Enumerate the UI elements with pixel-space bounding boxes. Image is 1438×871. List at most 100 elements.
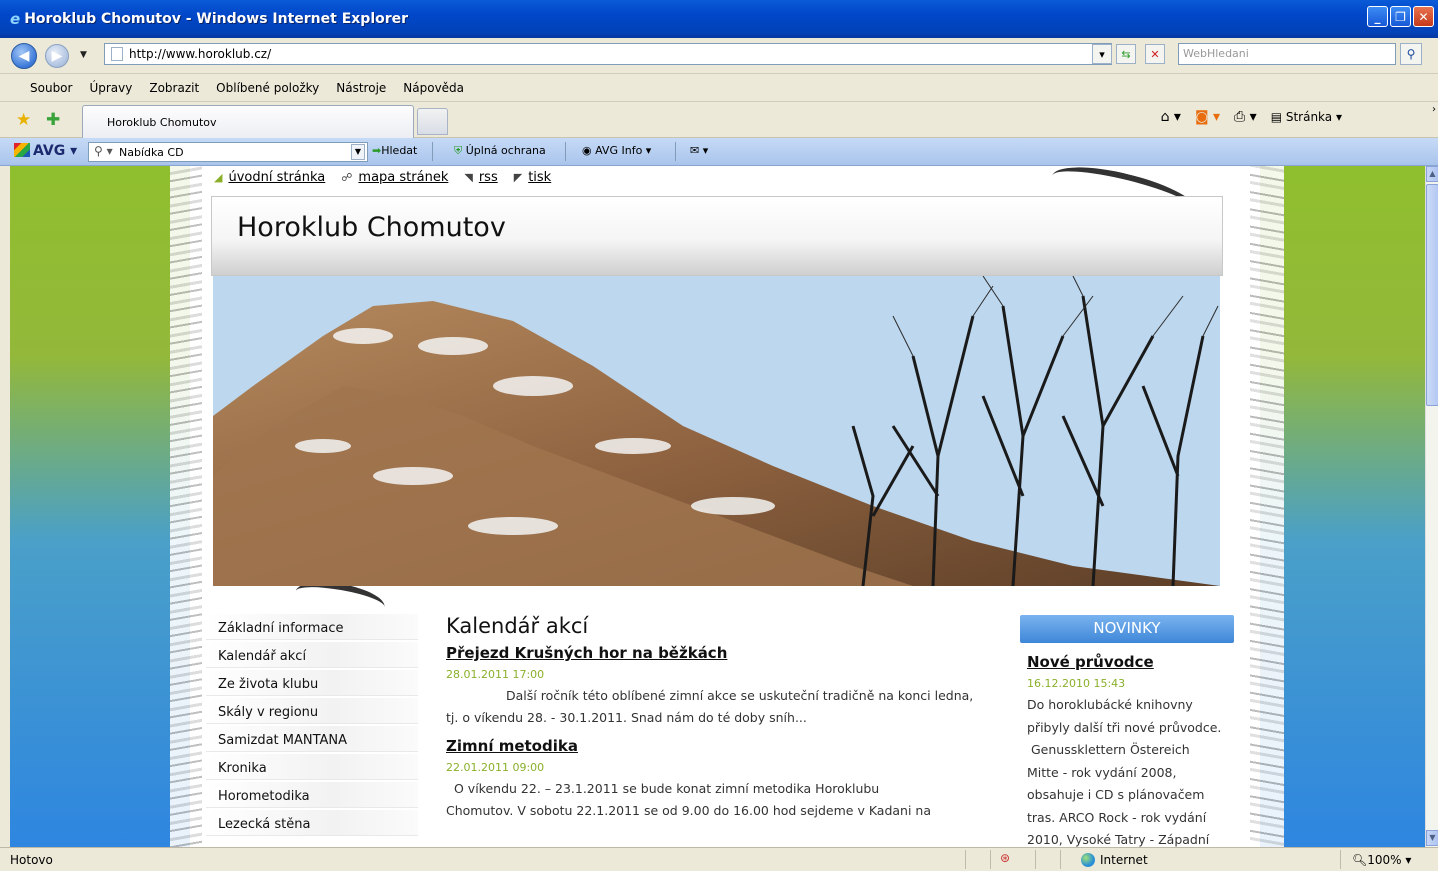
torn-paper-edge-left xyxy=(170,166,202,847)
nav-lezecka-stena[interactable]: Lezecká stěna xyxy=(206,810,418,836)
print-link[interactable]: ◤ tisk xyxy=(514,170,551,185)
address-field[interactable]: http://www.horoklub.cz/ xyxy=(104,43,1112,65)
nav-horometodika[interactable]: Horometodika xyxy=(206,782,418,808)
tab-label: Horoklub Chomutov xyxy=(107,116,217,129)
menu-zobrazit[interactable]: Zobrazit xyxy=(149,81,199,95)
address-dropdown-button[interactable]: ▾ xyxy=(1092,44,1112,64)
print-icon[interactable]: ⎙ ▾ xyxy=(1234,109,1257,125)
article-text: O víkendu 22. – 23.1.2011 se bude konat … xyxy=(446,778,986,822)
vertical-scrollbar[interactable]: ▲ ▼ xyxy=(1425,166,1438,847)
avg-search-button-label: Hledat xyxy=(381,144,418,157)
menu-upravy[interactable]: Úpravy xyxy=(89,81,132,95)
rss-link[interactable]: ◥ rss xyxy=(464,170,497,185)
article-line: Chomutov. V sobotu 22.1.2011 se od 9.00 … xyxy=(446,803,931,818)
info-icon: ◉ xyxy=(582,144,592,157)
avg-info-button[interactable]: ◉ AVG Info ▾ xyxy=(582,144,651,157)
sitemap-link[interactable]: ☍ mapa stránek xyxy=(341,170,448,185)
torn-paper-edge-right xyxy=(1250,166,1284,847)
article-line: tj. o víkendu 28. - 30.1.2011. Snad nám … xyxy=(446,710,807,725)
avg-logo[interactable]: AVG ▾ xyxy=(14,143,77,159)
nav-samizdat-mantana[interactable]: Samizdat MANTANA xyxy=(206,726,418,752)
menu-bar: Soubor Úpravy Zobrazit Oblíbené položky … xyxy=(0,74,1438,102)
avg-toolbar: AVG ▾ ⚲ ▾ Nabídka CD ▼ ➡Hledat ⛨ Úplná o… xyxy=(0,138,1438,166)
page-menu[interactable]: ▤ Stránka ▾ xyxy=(1271,110,1342,124)
privacy-icon[interactable]: ⊛ xyxy=(1000,851,1010,865)
status-divider xyxy=(1060,850,1061,869)
status-text: Hotovo xyxy=(10,853,53,867)
rss-feed-icon[interactable]: ◙ ▾ xyxy=(1195,109,1220,125)
scroll-down-button[interactable]: ▼ xyxy=(1426,830,1438,846)
nav-kalendar-akci[interactable]: Kalendář akcí xyxy=(206,642,418,668)
favorites-star-icon[interactable]: ★ xyxy=(16,110,31,130)
news-title-link[interactable]: Nové průvodce xyxy=(1027,653,1234,671)
refresh-button[interactable]: ⇆ xyxy=(1116,44,1136,64)
article-date: 28.01.2011 17:00 xyxy=(446,668,545,681)
header-banner-image xyxy=(213,276,1220,586)
nav-skaly-v-regionu[interactable]: Skály v regionu xyxy=(206,698,418,724)
avg-protection-label: Úplná ochrana xyxy=(465,144,546,157)
rss-link-text[interactable]: rss xyxy=(479,170,498,185)
nav-kronika[interactable]: Kronika xyxy=(206,754,418,780)
zoom-level: 100% xyxy=(1367,853,1402,867)
separator xyxy=(432,142,433,161)
add-favorite-icon[interactable]: ✚ xyxy=(46,110,60,130)
chevron-right-icon[interactable]: › xyxy=(1432,104,1436,115)
avg-search-button[interactable]: ➡Hledat xyxy=(372,144,417,157)
home-icon[interactable]: ⌂ ▾ xyxy=(1161,109,1181,125)
restore-button[interactable]: ❐ xyxy=(1390,6,1411,27)
home-link-text[interactable]: úvodní stránka xyxy=(228,170,325,185)
scroll-thumb[interactable] xyxy=(1426,184,1438,406)
left-navigation: Základní informace Kalendář akcí Ze živo… xyxy=(206,614,418,838)
avg-search-input[interactable]: ⚲ ▾ Nabídka CD ▼ xyxy=(88,142,368,162)
main-content: Kalendář akcí Přejezd Krušných hor na bě… xyxy=(446,614,986,822)
tab-horoklub[interactable]: Horoklub Chomutov xyxy=(82,105,414,138)
menu-soubor[interactable]: Soubor xyxy=(30,81,72,95)
home-link[interactable]: ◢ úvodní stránka xyxy=(214,170,325,185)
status-divider xyxy=(990,850,991,869)
sitemap-link-text[interactable]: mapa stránek xyxy=(358,170,448,185)
news-line: 2010, Vysoké Tatry - Západní xyxy=(1027,832,1210,847)
print-bullet-icon: ◤ xyxy=(513,171,523,184)
nav-zakladni-informace[interactable]: Základní informace xyxy=(206,614,418,640)
news-box: NOVINKY Nové průvodce 16.12.2010 15:43 D… xyxy=(1020,615,1234,847)
avg-logo-text: AVG xyxy=(33,143,66,159)
avg-protection-button[interactable]: ⛨ Úplná ochrana xyxy=(454,144,546,158)
window-controls: _ ❐ ✕ xyxy=(1367,6,1434,27)
article-line: Další ročník této oblíbené zimní akce se… xyxy=(506,688,974,703)
rss-icon: ◥ xyxy=(464,171,473,184)
status-divider xyxy=(1035,850,1036,869)
news-line: Mitte - rok vydání 2008, xyxy=(1027,764,1177,780)
stop-button[interactable]: ✕ xyxy=(1145,44,1165,64)
page-menu-label: Stránka xyxy=(1285,110,1333,124)
scroll-up-button[interactable]: ▲ xyxy=(1426,166,1438,182)
news-date: 16.12.2010 15:43 xyxy=(1027,677,1126,690)
avg-extra-button[interactable]: ✉ ▾ xyxy=(690,144,708,157)
leaf-icon: ◢ xyxy=(214,171,223,184)
zoom-control[interactable]: 🔍︎100% ▾ xyxy=(1352,853,1411,867)
close-button[interactable]: ✕ xyxy=(1413,6,1434,27)
search-icon[interactable]: ⚲ xyxy=(1400,43,1422,65)
history-dropdown-icon[interactable]: ▼ xyxy=(80,50,87,60)
news-line: Do horoklubácké knihovny xyxy=(1027,697,1193,712)
forward-button[interactable]: ▶ xyxy=(45,44,69,68)
print-link-text[interactable]: tisk xyxy=(528,170,551,185)
page-viewport: ◢ úvodní stránka ☍ mapa stránek ◥ rss ◤ tisk… xyxy=(10,166,1425,847)
article-line: O víkendu 22. – 23.1.2011 se bude konat … xyxy=(454,781,880,796)
site-header: Horoklub Chomutov xyxy=(211,196,1223,276)
nav-ze-zivota-klubu[interactable]: Ze života klubu xyxy=(206,670,418,696)
new-tab-button[interactable] xyxy=(417,108,448,135)
url-text: http://www.horoklub.cz/ xyxy=(129,47,272,61)
avg-logo-icon xyxy=(14,143,30,157)
article-title-link[interactable]: Přejezd Krušných hor na běžkách xyxy=(446,644,986,662)
menu-napoveda[interactable]: Nápověda xyxy=(403,81,464,95)
magnifier-icon: ⚲ ▾ xyxy=(94,144,113,158)
minimize-button[interactable]: _ xyxy=(1367,6,1388,27)
menu-oblibene[interactable]: Oblíbené položky xyxy=(216,81,319,95)
web-search-input[interactable]: WebHledani xyxy=(1178,43,1396,65)
security-zone: Internet xyxy=(1081,853,1148,867)
avg-search-value: Nabídka CD xyxy=(119,146,184,159)
article-title-link[interactable]: Zimní metodika xyxy=(446,737,986,755)
menu-nastroje[interactable]: Nástroje xyxy=(336,81,386,95)
avg-search-dropdown[interactable]: ▼ xyxy=(351,144,365,160)
back-button[interactable]: ◀ xyxy=(11,43,37,69)
